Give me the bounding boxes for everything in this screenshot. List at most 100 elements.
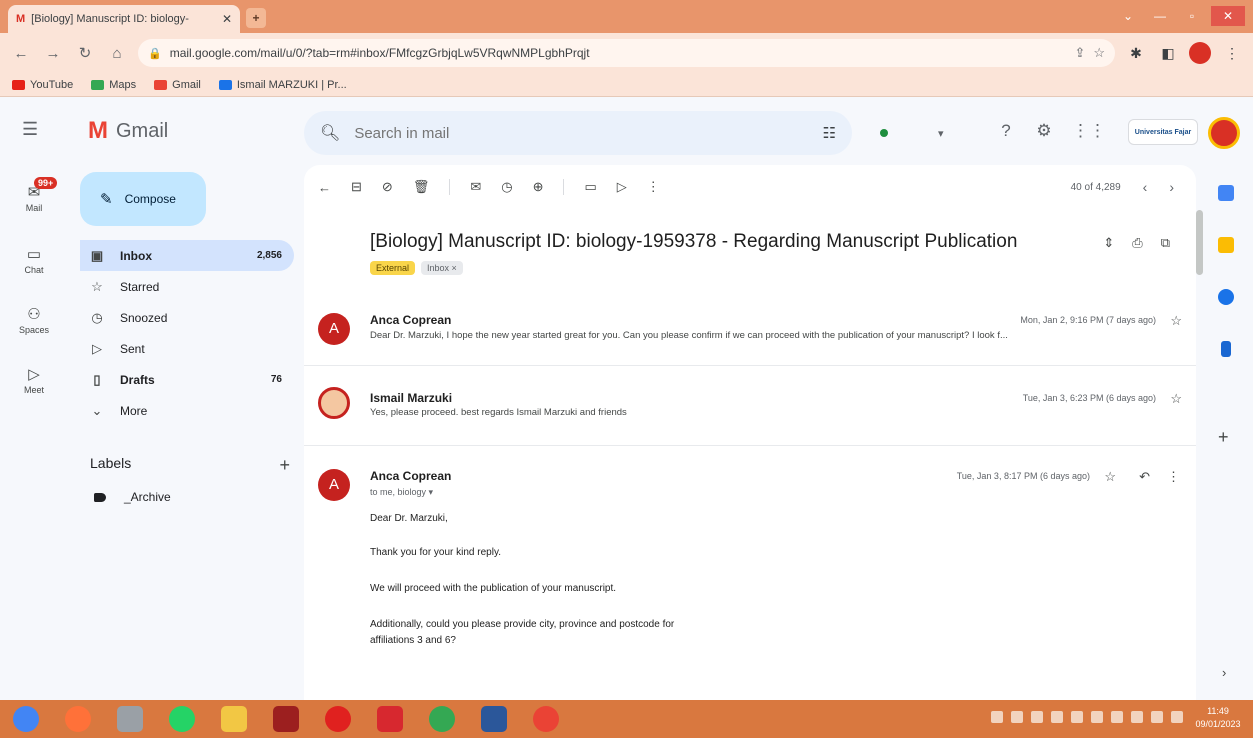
gmail-logo[interactable]: M Gmail bbox=[88, 117, 168, 145]
tray-icon[interactable] bbox=[1011, 711, 1023, 723]
add-label-icon[interactable]: + bbox=[279, 455, 290, 476]
tray-icon[interactable] bbox=[1031, 711, 1043, 723]
organization-logo[interactable]: Universitas Fajar bbox=[1128, 119, 1198, 145]
tray-icon[interactable] bbox=[1131, 711, 1143, 723]
bookmark-star-icon[interactable]: ☆ bbox=[1093, 45, 1105, 61]
taskbar-app[interactable] bbox=[104, 700, 156, 738]
taskbar-word[interactable] bbox=[468, 700, 520, 738]
newer-arrow-icon[interactable]: ‹ bbox=[1143, 179, 1148, 195]
tray-icon[interactable] bbox=[1091, 711, 1103, 723]
tray-icon[interactable] bbox=[1071, 711, 1083, 723]
nav-sent[interactable]: ▷ Sent bbox=[80, 333, 294, 364]
back-arrow-icon[interactable]: ← bbox=[10, 45, 32, 62]
minimize-button[interactable]: — bbox=[1147, 6, 1173, 26]
get-addons-icon[interactable]: + bbox=[1218, 427, 1229, 448]
taskbar-explorer[interactable] bbox=[208, 700, 260, 738]
nav-starred[interactable]: ☆ Starred bbox=[80, 271, 294, 302]
nav-more[interactable]: ⌄ More bbox=[80, 395, 294, 426]
add-task-icon[interactable]: ⊕ bbox=[533, 179, 544, 195]
recipients-toggle[interactable]: to me, biology ▾ bbox=[370, 487, 433, 498]
report-spam-icon[interactable]: ⊘ bbox=[382, 179, 393, 195]
profile-menu-icon[interactable]: ⌄ bbox=[1115, 6, 1141, 26]
taskbar-mendeley[interactable] bbox=[260, 700, 312, 738]
nav-drafts[interactable]: ▯ Drafts 76 bbox=[80, 364, 294, 395]
nav-inbox[interactable]: ▣ Inbox 2,856 bbox=[80, 240, 294, 271]
apps-grid-icon[interactable]: ⋮⋮ bbox=[1072, 121, 1106, 141]
account-avatar[interactable] bbox=[1208, 117, 1240, 149]
mark-unread-icon[interactable]: ✉ bbox=[470, 179, 481, 195]
body-paragraph: Additionally, could you please provide c… bbox=[370, 619, 675, 630]
label-icon[interactable]: ▷ bbox=[617, 179, 627, 195]
rail-meet[interactable]: ▷ Meet bbox=[0, 365, 68, 395]
label-archive[interactable]: _Archive bbox=[94, 490, 171, 504]
taskbar-chrome-3[interactable] bbox=[520, 700, 572, 738]
reply-icon[interactable]: ↶ bbox=[1139, 469, 1150, 485]
reload-icon[interactable]: ↻ bbox=[74, 44, 96, 62]
calendar-icon[interactable] bbox=[1218, 185, 1234, 201]
keep-icon[interactable] bbox=[1218, 237, 1234, 253]
snooze-icon[interactable]: ◷ bbox=[501, 179, 512, 195]
nav-snoozed[interactable]: ◷ Snoozed bbox=[80, 302, 294, 333]
taskbar-chrome[interactable] bbox=[0, 700, 52, 738]
lock-icon[interactable]: 🔒 bbox=[148, 47, 162, 60]
open-new-window-icon[interactable]: ⧉ bbox=[1161, 235, 1170, 251]
close-window-button[interactable]: ✕ bbox=[1211, 6, 1245, 26]
sidepanel-icon[interactable]: ◧ bbox=[1157, 45, 1179, 62]
share-icon[interactable]: ⇪ bbox=[1074, 45, 1085, 61]
archive-icon[interactable]: ⊟ bbox=[351, 179, 362, 195]
star-icon[interactable]: ☆ bbox=[1170, 313, 1182, 329]
star-icon[interactable]: ☆ bbox=[1104, 469, 1116, 485]
hide-panel-icon[interactable]: › bbox=[1222, 665, 1226, 680]
main-menu-icon[interactable]: ☰ bbox=[22, 119, 38, 140]
settings-gear-icon[interactable]: ⚙ bbox=[1034, 121, 1054, 141]
bookmark-ismail[interactable]: Ismail MARZUKI | Pr... bbox=[218, 79, 347, 91]
taskbar-opera[interactable] bbox=[312, 700, 364, 738]
tasks-icon[interactable] bbox=[1218, 289, 1234, 305]
bookmark-maps[interactable]: Maps bbox=[91, 79, 136, 91]
forward-arrow-icon[interactable]: → bbox=[42, 45, 64, 62]
tray-icon[interactable] bbox=[1111, 711, 1123, 723]
new-tab-button[interactable]: + bbox=[246, 8, 266, 28]
help-icon[interactable]: ? bbox=[996, 121, 1016, 141]
back-to-inbox-icon[interactable]: ← bbox=[318, 180, 331, 195]
search-options-icon[interactable]: ☷ bbox=[823, 124, 836, 142]
print-icon[interactable]: ⎙ bbox=[1132, 235, 1142, 251]
address-bar[interactable]: 🔒 mail.google.com/mail/u/0/?tab=rm#inbox… bbox=[138, 39, 1115, 67]
compose-button[interactable]: ✎ Compose bbox=[80, 172, 206, 226]
tray-icon[interactable] bbox=[991, 711, 1003, 723]
star-icon[interactable]: ☆ bbox=[1170, 391, 1182, 407]
bookmark-gmail[interactable]: Gmail bbox=[154, 79, 201, 91]
folder-icon bbox=[221, 706, 247, 732]
extensions-puzzle-icon[interactable]: ✱ bbox=[1125, 45, 1147, 62]
network-icon[interactable] bbox=[1151, 711, 1163, 723]
message-date: Tue, Jan 3, 6:23 PM (6 days ago) bbox=[1022, 393, 1156, 403]
home-icon[interactable]: ⌂ bbox=[106, 45, 128, 62]
more-options-icon[interactable]: ⋮ bbox=[647, 179, 660, 195]
taskbar-pdf[interactable] bbox=[364, 700, 416, 738]
search-icon[interactable]: 🔍︎ bbox=[320, 123, 340, 143]
older-arrow-icon[interactable]: › bbox=[1169, 179, 1174, 195]
taskbar-firefox[interactable] bbox=[52, 700, 104, 738]
browser-menu-icon[interactable]: ⋮ bbox=[1221, 45, 1243, 62]
inbox-tag[interactable]: Inbox × bbox=[421, 261, 463, 275]
browser-profile-avatar[interactable] bbox=[1189, 42, 1211, 64]
system-clock[interactable]: 11:49 09/01/2023 bbox=[1191, 705, 1245, 731]
bookmark-youtube[interactable]: YouTube bbox=[12, 79, 73, 91]
maximize-button[interactable]: ▫ bbox=[1179, 6, 1205, 26]
move-to-icon[interactable]: ▭ bbox=[584, 179, 596, 195]
expand-all-icon[interactable]: ⇕ bbox=[1103, 235, 1114, 251]
search-input[interactable] bbox=[354, 124, 809, 142]
status-selector[interactable]: ▾ bbox=[880, 123, 970, 143]
message-more-icon[interactable]: ⋮ bbox=[1167, 469, 1180, 485]
rail-chat[interactable]: ▭ Chat bbox=[0, 245, 68, 275]
rail-mail[interactable]: 99+ ✉ Mail bbox=[0, 177, 68, 213]
rail-spaces[interactable]: ⚇ Spaces bbox=[0, 305, 68, 335]
volume-icon[interactable] bbox=[1171, 711, 1183, 723]
taskbar-whatsapp[interactable] bbox=[156, 700, 208, 738]
close-tab-icon[interactable]: ✕ bbox=[222, 12, 232, 26]
tray-icon[interactable] bbox=[1051, 711, 1063, 723]
browser-tab[interactable]: M [Biology] Manuscript ID: biology- ✕ bbox=[8, 5, 240, 33]
taskbar-chrome-2[interactable] bbox=[416, 700, 468, 738]
contacts-icon[interactable] bbox=[1221, 341, 1231, 357]
delete-icon[interactable]: 🗑︎ bbox=[413, 179, 430, 195]
